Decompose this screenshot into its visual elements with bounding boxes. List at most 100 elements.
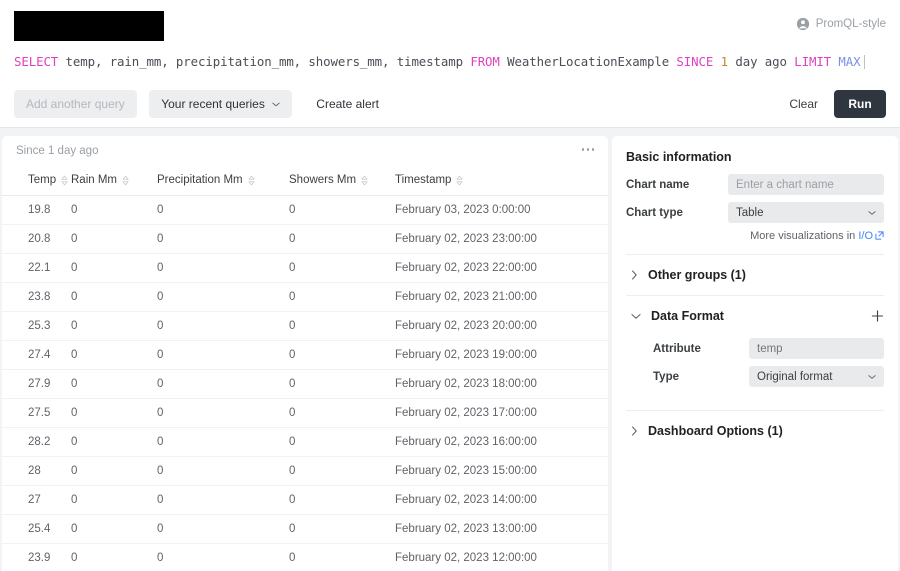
table-cell: 0 [71, 224, 157, 254]
table-cell: 25.3 [2, 311, 71, 341]
table-cell: 27 [2, 485, 71, 515]
table-cell: February 02, 2023 16:00:00 [395, 427, 608, 457]
chart-name-input[interactable] [736, 174, 876, 195]
column-header-precipitation-mm[interactable]: Precipitation Mm [157, 168, 289, 196]
other-groups-section-header[interactable]: Other groups (1) [612, 255, 898, 295]
token-table: WeatherLocationExample [499, 54, 677, 69]
table-cell: 0 [71, 398, 157, 428]
table-cell: 0 [71, 456, 157, 486]
chart-type-select[interactable]: Table [728, 202, 884, 223]
table-row: 22.1 0 0 0 February 02, 2023 22:00:00 [2, 253, 608, 283]
type-value: Original format [757, 370, 833, 383]
table-cell: 0 [157, 253, 289, 283]
add-data-format-button[interactable] [871, 310, 884, 323]
results-table: Temp Rain Mm Precipitation Mm Showers Mm… [2, 168, 608, 571]
chart-name-field[interactable] [728, 174, 884, 195]
table-cell: 0 [289, 398, 395, 428]
attribute-field[interactable] [749, 338, 884, 359]
add-another-query-label: Add another query [26, 97, 125, 111]
table-row: 27 0 0 0 February 02, 2023 14:00:00 [2, 485, 608, 515]
clear-button[interactable]: Clear [783, 90, 824, 118]
table-row: 27.5 0 0 0 February 02, 2023 17:00:00 [2, 398, 608, 428]
column-header-rain-mm[interactable]: Rain Mm [71, 168, 157, 196]
basic-information-title: Basic information [626, 150, 732, 164]
table-cell: 0 [71, 543, 157, 571]
table-cell: 0 [289, 311, 395, 341]
results-table-head: Temp Rain Mm Precipitation Mm Showers Mm… [2, 168, 608, 196]
more-visualizations-prefix: More visualizations in [750, 230, 859, 242]
data-format-body: Attribute Type Original format [612, 336, 898, 410]
table-cell: February 02, 2023 15:00:00 [395, 456, 608, 486]
chart-type-label: Chart type [626, 206, 683, 219]
dashboard-options-section-header[interactable]: Dashboard Options (1) [612, 411, 898, 451]
table-cell: February 02, 2023 19:00:00 [395, 340, 608, 370]
table-cell: February 03, 2023 0:00:00 [395, 195, 608, 225]
data-format-section-header[interactable]: Data Format [612, 296, 898, 336]
chart-options-panel: Basic information Chart name Chart type … [612, 136, 898, 571]
chart-type-value: Table [736, 206, 764, 219]
column-label: Rain Mm [71, 174, 118, 186]
table-cell: 0 [289, 224, 395, 254]
table-cell: February 02, 2023 13:00:00 [395, 514, 608, 544]
column-header-timestamp[interactable]: Timestamp [395, 168, 608, 196]
run-button[interactable]: Run [834, 90, 886, 118]
kebab-dot [581, 148, 584, 151]
type-select[interactable]: Original format [749, 366, 884, 387]
query-editor-card: PromQL-style SELECT temp, rain_mm, preci… [0, 0, 900, 128]
table-row: 23.9 0 0 0 February 02, 2023 12:00:00 [2, 543, 608, 571]
table-cell: 0 [71, 195, 157, 225]
table-cell: 0 [289, 456, 395, 486]
redacted-title-block [14, 11, 164, 41]
table-cell: 0 [157, 311, 289, 341]
data-format-title: Data Format [651, 309, 724, 323]
table-cell: February 02, 2023 21:00:00 [395, 282, 608, 312]
table-cell: 0 [289, 282, 395, 312]
sort-icon [456, 175, 463, 185]
chevron-right-icon [632, 270, 637, 280]
table-cell: 0 [71, 282, 157, 312]
query-text[interactable]: SELECT temp, rain_mm, precipitation_mm, … [14, 54, 886, 69]
promql-style-toggle[interactable]: PromQL-style [796, 17, 886, 31]
results-header: Since 1 day ago [2, 136, 608, 168]
kebab-dot [586, 148, 589, 151]
table-row: 25.3 0 0 0 February 02, 2023 20:00:00 [2, 311, 608, 341]
chevron-right-icon [632, 426, 637, 436]
table-row: 20.8 0 0 0 February 02, 2023 23:00:00 [2, 224, 608, 254]
results-card: Since 1 day ago Temp Rain Mm Precipitati… [2, 136, 608, 571]
table-cell: 0 [157, 543, 289, 571]
create-alert-button[interactable]: Create alert [304, 90, 391, 118]
table-cell: February 02, 2023 23:00:00 [395, 224, 608, 254]
token-space-1 [713, 54, 720, 69]
table-row: 28.2 0 0 0 February 02, 2023 16:00:00 [2, 427, 608, 457]
table-cell: February 02, 2023 20:00:00 [395, 311, 608, 341]
run-label: Run [848, 97, 872, 111]
table-cell: 27.4 [2, 340, 71, 370]
column-header-showers-mm[interactable]: Showers Mm [289, 168, 395, 196]
add-another-query-button[interactable]: Add another query [14, 90, 137, 118]
table-cell: 23.8 [2, 282, 71, 312]
table-cell: 27.5 [2, 398, 71, 428]
table-cell: 0 [157, 427, 289, 457]
table-cell: 28 [2, 456, 71, 486]
column-header-temp[interactable]: Temp [2, 168, 71, 196]
chevron-down-icon [868, 210, 876, 215]
table-cell: 0 [289, 253, 395, 283]
table-cell: 23.9 [2, 543, 71, 571]
table-cell: February 02, 2023 22:00:00 [395, 253, 608, 283]
sort-icon [122, 175, 129, 185]
more-visualizations-link[interactable]: More visualizations in I/O [626, 230, 884, 242]
table-cell: 0 [157, 224, 289, 254]
results-more-menu-button[interactable] [581, 148, 594, 151]
table-cell: February 02, 2023 14:00:00 [395, 485, 608, 515]
recent-queries-button[interactable]: Your recent queries [149, 90, 292, 118]
table-cell: 0 [289, 543, 395, 571]
token-limit: LIMIT [794, 54, 832, 69]
table-cell: 0 [157, 340, 289, 370]
attribute-input[interactable] [757, 342, 876, 355]
table-row: 23.8 0 0 0 February 02, 2023 21:00:00 [2, 282, 608, 312]
external-link-icon [875, 231, 884, 240]
table-cell: 0 [71, 340, 157, 370]
chevron-down-icon [631, 313, 641, 319]
token-select: SELECT [14, 54, 59, 69]
other-groups-title: Other groups (1) [648, 268, 746, 282]
